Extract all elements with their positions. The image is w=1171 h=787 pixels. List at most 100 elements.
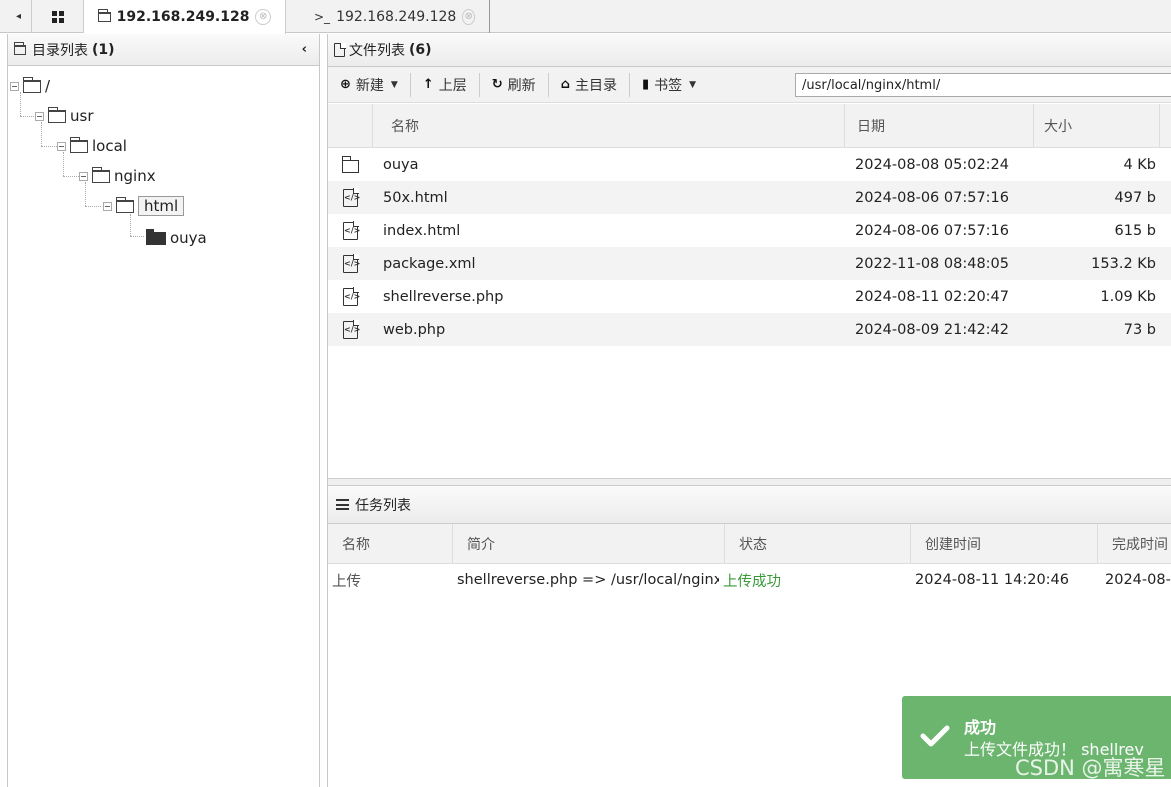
tab-bar: ◂ 192.168.249.128 ⊗ >_ 192.168.249.128 ⊗ [0, 0, 1171, 34]
file-row[interactable]: </> 50x.html 2024-08-06 07:57:16 497 b [328, 181, 1171, 214]
close-tab-icon[interactable]: ⊗ [255, 9, 271, 25]
file-row[interactable]: </> package.xml 2022-11-08 08:48:05 153.… [328, 247, 1171, 280]
file-row[interactable]: </> shellreverse.php 2024-08-11 02:20:47… [328, 280, 1171, 313]
file-size: 615 b [1114, 222, 1157, 239]
file-size: 73 b [1123, 321, 1156, 338]
file-name: 50x.html [383, 189, 448, 206]
file-name: web.php [383, 321, 446, 338]
arrow-up-icon: ↑ [422, 77, 434, 92]
file-name: index.html [383, 222, 461, 239]
chevron-down-icon: ▼ [689, 79, 697, 90]
file-date: 2022-11-08 08:48:05 [855, 255, 1009, 272]
bookmark-button[interactable]: ▮ 书签 ▼ [630, 73, 708, 97]
file-row[interactable]: </> index.html 2024-08-06 07:57:16 615 b [328, 214, 1171, 247]
home-button[interactable]: ⌂ 主目录 [549, 72, 630, 97]
file-row[interactable]: </> web.php 2024-08-09 21:42:42 73 b [328, 313, 1171, 346]
path-input[interactable] [795, 73, 1171, 97]
file-icon [334, 42, 346, 57]
collapse-icon[interactable] [10, 81, 19, 91]
refresh-icon: ↻ [491, 77, 503, 92]
file-panel-title: 文件列表 [349, 43, 405, 59]
file-date: 2024-08-06 07:57:16 [855, 222, 1009, 239]
tree-node-usr[interactable]: usr [35, 104, 94, 128]
tree-node-label: nginx [114, 167, 156, 185]
tab-label: 192.168.249.128 [336, 8, 457, 25]
tree-node-local[interactable]: local [57, 134, 127, 158]
file-size: 1.09 Kb [1100, 288, 1156, 305]
directory-panel: 目录列表 (1) ‹ / usr local nginx html ouya [7, 34, 320, 787]
file-date: 2024-08-11 02:20:47 [855, 288, 1009, 305]
code-file-icon: </> [343, 320, 360, 339]
file-size: 497 b [1114, 189, 1157, 206]
file-panel-header: 文件列表 (6) [328, 34, 1171, 67]
refresh-button[interactable]: ↻ 刷新 [480, 72, 549, 97]
collapse-panel-button[interactable]: ‹ [302, 42, 307, 57]
file-row[interactable]: ouya 2024-08-08 05:02:24 4 Kb [328, 148, 1171, 181]
column-task-desc-header[interactable]: 简介 [453, 524, 725, 563]
file-date: 2024-08-09 21:42:42 [855, 321, 1009, 338]
file-name: ouya [383, 156, 419, 173]
toast-title: 成功 [964, 718, 997, 737]
bookmark-label: 书签 [654, 77, 683, 94]
tree-node-root[interactable]: / [10, 74, 50, 98]
check-icon [920, 725, 950, 747]
task-grid-header: 名称 简介 状态 创建时间 完成时间 [328, 524, 1171, 564]
folder-icon [116, 196, 134, 213]
task-row[interactable]: 上传 shellreverse.php => /usr/local/nginx/… [328, 564, 1171, 596]
column-task-status-header[interactable]: 状态 [725, 524, 911, 563]
file-name: shellreverse.php [383, 288, 504, 305]
column-name-header[interactable]: 名称 [373, 104, 845, 147]
refresh-label: 刷新 [507, 77, 536, 94]
watermark: CSDN @寓寒星 [1015, 756, 1166, 780]
directory-panel-title: 目录列表 [32, 42, 88, 59]
folder-icon [98, 9, 111, 22]
file-toolbar: ⊕ 新建 ▼ ↑ 上层 ↻ 刷新 ⌂ 主目录 ▮ 书签 ▼ [328, 67, 1171, 103]
collapse-icon[interactable] [35, 111, 44, 121]
home-icon: ⌂ [560, 77, 570, 92]
code-file-icon: </> [343, 254, 360, 273]
tree-node-nginx[interactable]: nginx [79, 164, 156, 188]
folder-filled-icon [146, 228, 166, 245]
up-label: 上层 [438, 77, 467, 94]
collapse-icon[interactable] [57, 141, 66, 151]
tab-terminal[interactable]: >_ 192.168.249.128 ⊗ [300, 0, 490, 33]
file-date: 2024-08-06 07:57:16 [855, 189, 1009, 206]
tree-node-ouya[interactable]: ouya [146, 226, 207, 250]
file-date: 2024-08-08 05:02:24 [855, 156, 1009, 173]
code-file-icon: </> [343, 188, 360, 207]
collapse-icon[interactable] [103, 201, 112, 211]
column-date-header[interactable]: 日期 [845, 104, 1034, 147]
tab-scroll-left-button[interactable]: ◂ [6, 0, 32, 33]
tree-node-label: ouya [170, 229, 207, 247]
task-panel-title: 任务列表 [355, 497, 411, 514]
file-grid: 名称 日期 大小 ouya 2024-08-08 05:02:24 4 Kb <… [328, 104, 1171, 346]
task-created: 2024-08-11 14:20:46 [915, 572, 1069, 588]
tab-file-manager[interactable]: 192.168.249.128 ⊗ [84, 0, 286, 34]
column-size-header[interactable]: 大小 [1034, 104, 1160, 147]
tab-overview-button[interactable] [32, 0, 84, 33]
column-task-name-header[interactable]: 名称 [328, 524, 453, 563]
tree-node-label: html [138, 196, 185, 216]
tree-node-label: / [45, 77, 51, 95]
file-name: package.xml [383, 255, 476, 272]
file-size: 4 Kb [1123, 156, 1156, 173]
caret-left-icon: ◂ [15, 11, 22, 22]
column-icon-header [328, 104, 373, 147]
file-count: (6) [409, 42, 432, 58]
tree-node-html[interactable]: html [103, 194, 185, 218]
column-task-created-header[interactable]: 创建时间 [911, 524, 1098, 563]
folder-icon [23, 76, 41, 93]
up-button[interactable]: ↑ 上层 [411, 72, 480, 97]
collapse-icon[interactable] [79, 171, 88, 181]
folder-icon [48, 106, 66, 123]
list-icon [336, 499, 349, 510]
grid-icon [51, 10, 64, 23]
panel-splitter[interactable] [328, 478, 1171, 486]
new-button[interactable]: ⊕ 新建 ▼ [328, 72, 411, 97]
tree-node-label: local [92, 137, 127, 155]
code-file-icon: </> [343, 221, 360, 240]
task-name: 上传 [332, 573, 361, 590]
column-task-finished-header[interactable]: 完成时间 [1098, 524, 1171, 563]
close-tab-icon[interactable]: ⊗ [462, 8, 475, 25]
file-size: 153.2 Kb [1091, 255, 1156, 272]
